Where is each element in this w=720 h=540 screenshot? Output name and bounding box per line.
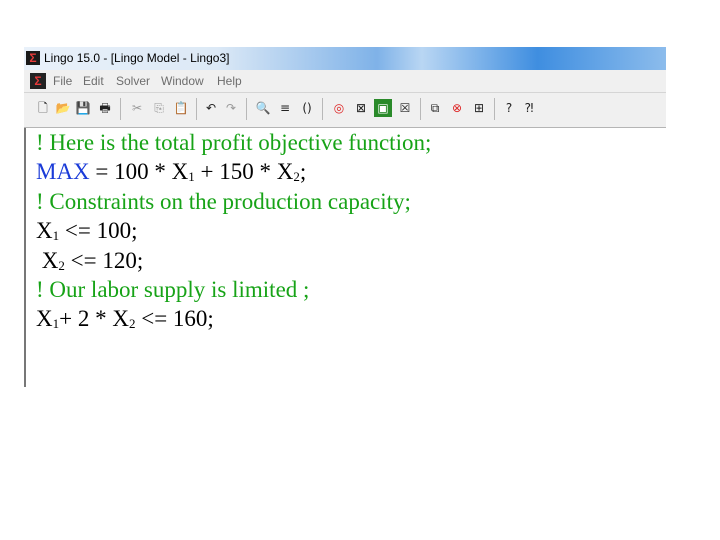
model-line-5: X2 <= 120; xyxy=(36,248,143,274)
goto-line-icon[interactable]: ≡ xyxy=(276,99,294,117)
constraint-rhs: <= 100; xyxy=(59,218,138,243)
copy-icon[interactable]: ⎘ xyxy=(150,99,168,117)
model-line-4: X1 <= 100; xyxy=(36,218,137,244)
match-parenthesis-icon[interactable]: () xyxy=(298,99,316,117)
menu-window[interactable]: Window xyxy=(161,74,204,88)
matrix-picture-icon[interactable]: ▣ xyxy=(374,99,392,117)
constraint-rhs: <= 120; xyxy=(64,248,144,273)
send-to-back-icon[interactable]: ⧉ xyxy=(426,99,444,117)
undo-icon[interactable]: ↶ xyxy=(202,99,220,117)
solve-icon[interactable]: ◎ xyxy=(330,99,348,117)
options-icon[interactable]: ☒ xyxy=(396,99,414,117)
document-icon[interactable]: Σ xyxy=(30,73,46,89)
model-line-6: ! Our labor supply is limited ; xyxy=(36,277,310,302)
objective-term-1: = 100 * X xyxy=(89,159,189,184)
objective-end: ; xyxy=(299,159,307,184)
menu-help[interactable]: Help xyxy=(217,74,242,88)
model-line-1: ! Here is the total profit objective fun… xyxy=(36,130,432,155)
tile-icon[interactable]: ⊞ xyxy=(470,99,488,117)
objective-term-2: + 150 * X xyxy=(194,159,294,184)
constraint-term: + 2 * X xyxy=(59,306,129,331)
redo-icon[interactable]: ↷ xyxy=(222,99,240,117)
title-bar[interactable]: Σ Lingo 15.0 - [Lingo Model - Lingo3] xyxy=(24,47,666,70)
context-help-icon[interactable]: ⁈ xyxy=(520,99,538,117)
constraint-rhs: <= 160; xyxy=(135,306,214,331)
toolbar-separator xyxy=(246,98,247,120)
close-all-icon[interactable]: ⊗ xyxy=(448,99,466,117)
toolbar-separator xyxy=(494,98,495,120)
model-line-2: MAX = 100 * X1 + 150 * X2; xyxy=(36,159,306,185)
model-line-3: ! Constraints on the production capacity… xyxy=(36,189,411,214)
find-icon[interactable]: 🔍 xyxy=(254,99,272,117)
window-title: Lingo 15.0 - [Lingo Model - Lingo3] xyxy=(44,51,230,65)
menu-file[interactable]: File xyxy=(53,74,72,88)
toolbar-separator xyxy=(196,98,197,120)
max-keyword: MAX xyxy=(36,159,90,184)
cut-icon[interactable]: ✂ xyxy=(128,99,146,117)
toolbar: 🗋 📂 💾 🖶 ✂ ⎘ 📋 ↶ ↷ 🔍 ≡ () ◎ ⊠ ▣ ☒ ⧉ ⊗ ⊞ ?… xyxy=(24,93,666,128)
toolbar-separator xyxy=(322,98,323,120)
solution-icon[interactable]: ⊠ xyxy=(352,99,370,117)
menu-bar: Σ File Edit Solver Window Help xyxy=(24,70,666,93)
model-line-7: X1+ 2 * X2 <= 160; xyxy=(36,306,214,332)
toolbar-separator xyxy=(420,98,421,120)
new-file-icon[interactable]: 🗋 xyxy=(34,99,52,117)
open-file-icon[interactable]: 📂 xyxy=(54,99,72,117)
menu-solver[interactable]: Solver xyxy=(116,74,150,88)
variable-x: X xyxy=(36,218,53,243)
variable-x: X xyxy=(36,306,53,331)
help-icon[interactable]: ? xyxy=(500,99,518,117)
lingo-window: Σ Lingo 15.0 - [Lingo Model - Lingo3] Σ … xyxy=(24,47,668,387)
toolbar-separator xyxy=(120,98,121,120)
variable-x: X xyxy=(36,248,59,273)
paste-icon[interactable]: 📋 xyxy=(172,99,190,117)
lingo-app-icon[interactable]: Σ xyxy=(26,51,40,65)
save-icon[interactable]: 💾 xyxy=(74,99,92,117)
print-icon[interactable]: 🖶 xyxy=(96,99,114,117)
menu-edit[interactable]: Edit xyxy=(83,74,104,88)
model-editor[interactable]: ! Here is the total profit objective fun… xyxy=(24,128,668,387)
